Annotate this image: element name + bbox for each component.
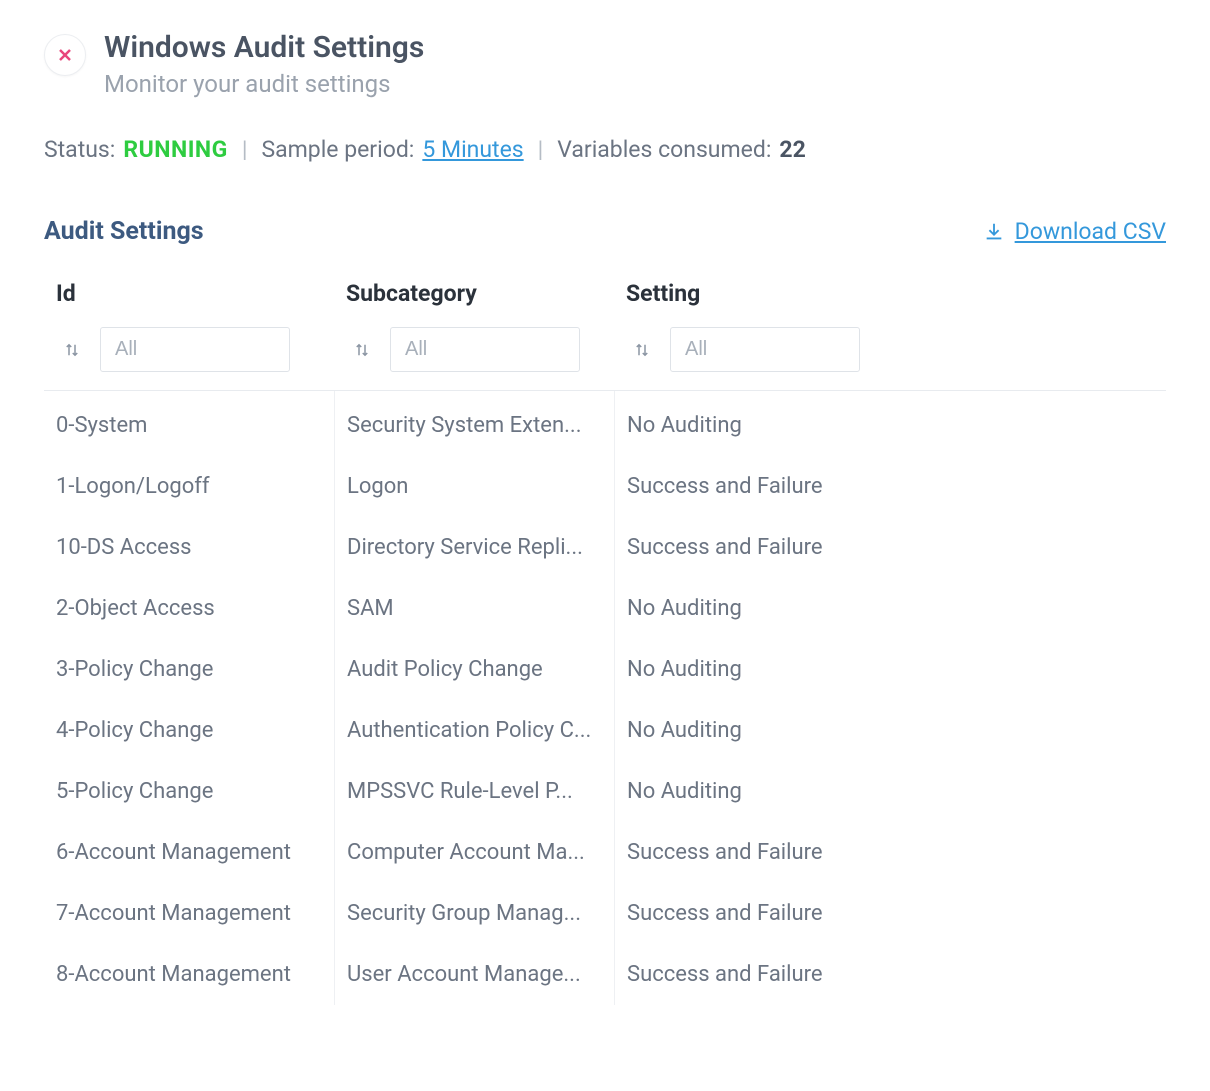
cell-setting: Success and Failure — [614, 517, 1166, 578]
cell-id: 7-Account Management — [44, 883, 334, 944]
status-line: Status: RUNNING | Sample period: 5 Minut… — [44, 136, 1166, 163]
table-row[interactable]: 6-Account ManagementComputer Account Ma.… — [44, 822, 1166, 883]
filter-input-setting[interactable] — [670, 327, 860, 372]
table-row[interactable]: 10-DS AccessDirectory Service Repli...Su… — [44, 517, 1166, 578]
cell-id: 1-Logon/Logoff — [44, 456, 334, 517]
cell-setting: No Auditing — [614, 391, 1166, 456]
close-icon — [57, 47, 73, 63]
status-value: RUNNING — [123, 136, 227, 163]
cell-setting: No Auditing — [614, 761, 1166, 822]
cell-setting: Success and Failure — [614, 822, 1166, 883]
sort-icon — [353, 341, 371, 359]
table-row[interactable]: 1-Logon/LogoffLogonSuccess and Failure — [44, 456, 1166, 517]
table-header: Id Subcategory Setting — [44, 280, 1166, 307]
cell-id: 8-Account Management — [44, 944, 334, 1005]
sample-period-label: Sample period: — [261, 136, 414, 163]
column-header-setting[interactable]: Setting — [626, 280, 1154, 307]
section-title: Audit Settings — [44, 217, 204, 246]
table-row[interactable]: 5-Policy ChangeMPSSVC Rule-Level P...No … — [44, 761, 1166, 822]
cell-subcategory: Computer Account Ma... — [334, 822, 614, 883]
variables-consumed-value: 22 — [779, 136, 805, 163]
audit-settings-panel: Windows Audit Settings Monitor your audi… — [0, 0, 1210, 1045]
column-header-id[interactable]: Id — [56, 280, 322, 307]
cell-subcategory: User Account Manage... — [334, 944, 614, 1005]
table-row[interactable]: 8-Account ManagementUser Account Manage.… — [44, 944, 1166, 1005]
column-header-subcategory[interactable]: Subcategory — [346, 280, 602, 307]
sort-button-id[interactable] — [56, 334, 88, 366]
panel-header: Windows Audit Settings Monitor your audi… — [44, 30, 1166, 98]
table-row[interactable]: 2-Object AccessSAMNo Auditing — [44, 578, 1166, 639]
audit-settings-table: Id Subcategory Setting — [44, 280, 1166, 1005]
download-csv-label: Download CSV — [1015, 218, 1166, 245]
cell-subcategory: Directory Service Repli... — [334, 517, 614, 578]
cell-id: 3-Policy Change — [44, 639, 334, 700]
cell-id: 0-System — [44, 391, 334, 456]
variables-consumed-label: Variables consumed: — [557, 136, 771, 163]
cell-setting: Success and Failure — [614, 456, 1166, 517]
sample-period-link[interactable]: 5 Minutes — [422, 136, 523, 163]
cell-setting: No Auditing — [614, 639, 1166, 700]
close-button[interactable] — [44, 34, 86, 76]
cell-subcategory: Logon — [334, 456, 614, 517]
cell-setting: No Auditing — [614, 700, 1166, 761]
cell-id: 10-DS Access — [44, 517, 334, 578]
filter-input-id[interactable] — [100, 327, 290, 372]
sort-icon — [63, 341, 81, 359]
table-row[interactable]: 4-Policy ChangeAuthentication Policy C..… — [44, 700, 1166, 761]
download-icon — [983, 221, 1005, 243]
section-header: Audit Settings Download CSV — [44, 217, 1166, 246]
cell-subcategory: Authentication Policy C... — [334, 700, 614, 761]
table-row[interactable]: 0-SystemSecurity System Exten...No Audit… — [44, 391, 1166, 456]
sort-icon — [633, 341, 651, 359]
cell-id: 2-Object Access — [44, 578, 334, 639]
cell-setting: No Auditing — [614, 578, 1166, 639]
status-label: Status: — [44, 136, 115, 163]
cell-subcategory: Security Group Manag... — [334, 883, 614, 944]
table-row[interactable]: 3-Policy ChangeAudit Policy ChangeNo Aud… — [44, 639, 1166, 700]
table-body: 0-SystemSecurity System Exten...No Audit… — [44, 390, 1166, 1005]
cell-id: 4-Policy Change — [44, 700, 334, 761]
cell-subcategory: SAM — [334, 578, 614, 639]
divider: | — [242, 136, 248, 163]
page-title: Windows Audit Settings — [104, 30, 424, 66]
cell-subcategory: Audit Policy Change — [334, 639, 614, 700]
page-subtitle: Monitor your audit settings — [104, 70, 424, 98]
filter-input-subcategory[interactable] — [390, 327, 580, 372]
cell-setting: Success and Failure — [614, 883, 1166, 944]
sort-button-setting[interactable] — [626, 334, 658, 366]
cell-id: 6-Account Management — [44, 822, 334, 883]
cell-subcategory: Security System Exten... — [334, 391, 614, 456]
cell-id: 5-Policy Change — [44, 761, 334, 822]
download-csv-link[interactable]: Download CSV — [983, 218, 1166, 245]
sort-button-subcategory[interactable] — [346, 334, 378, 366]
cell-subcategory: MPSSVC Rule-Level P... — [334, 761, 614, 822]
table-row[interactable]: 7-Account ManagementSecurity Group Manag… — [44, 883, 1166, 944]
cell-setting: Success and Failure — [614, 944, 1166, 1005]
divider: | — [538, 136, 544, 163]
table-filter-row — [44, 327, 1166, 390]
